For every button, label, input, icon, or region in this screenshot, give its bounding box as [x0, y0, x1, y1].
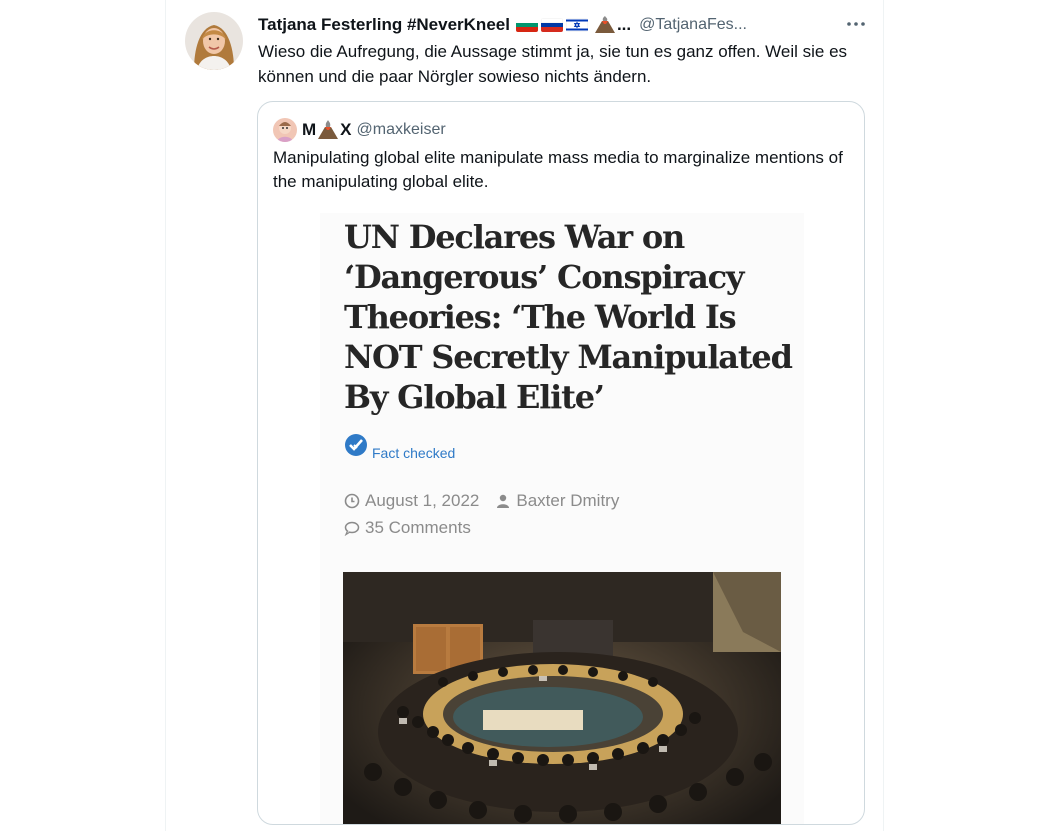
tweet-header: Tatjana Festerling #NeverKneel ... @Tatj… — [258, 13, 868, 37]
quoted-author-avatar — [273, 118, 297, 142]
author-handle[interactable]: @TatjanaFes... — [639, 16, 747, 34]
israel-flag-icon — [565, 18, 588, 32]
quoted-name-part-1: M — [302, 120, 317, 139]
quoted-tweet-header: M X @maxkeiser — [273, 118, 446, 142]
check-badge-icon — [345, 434, 367, 456]
bulgaria-flag-icon — [515, 18, 538, 32]
quoted-tweet-text: Manipulating global elite manipulate mas… — [273, 148, 843, 191]
comment-count: 35 Comments — [365, 518, 471, 537]
volcano-emoji-icon — [317, 120, 339, 140]
name-overflow: ... — [616, 15, 632, 34]
russia-flag-icon — [540, 18, 563, 32]
right-sidebar — [883, 0, 1050, 831]
user-icon — [497, 494, 510, 508]
article-date: August 1, 2022 — [365, 491, 480, 510]
article-screenshot[interactable]: UN Declares War on ‘Dangerous’ Conspirac… — [320, 213, 804, 824]
article-meta: August 1, 2022 Baxter Dmitry — [344, 491, 619, 511]
fact-checked-badge: Fact checked — [344, 433, 456, 461]
quoted-author-handle[interactable]: @maxkeiser — [357, 121, 446, 139]
article-author: Baxter Dmitry — [516, 491, 620, 510]
quoted-name-part-2: X — [340, 120, 352, 139]
left-sidebar — [0, 0, 166, 831]
author-avatar[interactable] — [185, 12, 243, 70]
quoted-tweet[interactable]: M X @maxkeiser Manipulating global elite… — [257, 101, 865, 825]
article-comments: 35 Comments — [344, 518, 471, 538]
comment-icon — [344, 521, 360, 536]
article-headline: UN Declares War on ‘Dangerous’ Conspirac… — [344, 218, 793, 416]
flag-group — [515, 18, 588, 32]
volcano-emoji-icon — [594, 16, 616, 34]
quoted-author-name[interactable]: M X — [302, 120, 352, 140]
clock-icon — [344, 493, 360, 509]
more-horizontal-icon — [847, 22, 865, 26]
author-name[interactable]: Tatjana Festerling #NeverKneel — [258, 15, 510, 35]
tweet[interactable]: Tatjana Festerling #NeverKneel ... @Tatj… — [167, 0, 883, 831]
fact-checked-label: Fact checked — [372, 445, 456, 461]
un-security-council-photo — [343, 572, 781, 824]
tweet-text: Wieso die Aufregung, die Aussage stimmt … — [258, 42, 848, 86]
more-options-button[interactable] — [843, 13, 869, 35]
